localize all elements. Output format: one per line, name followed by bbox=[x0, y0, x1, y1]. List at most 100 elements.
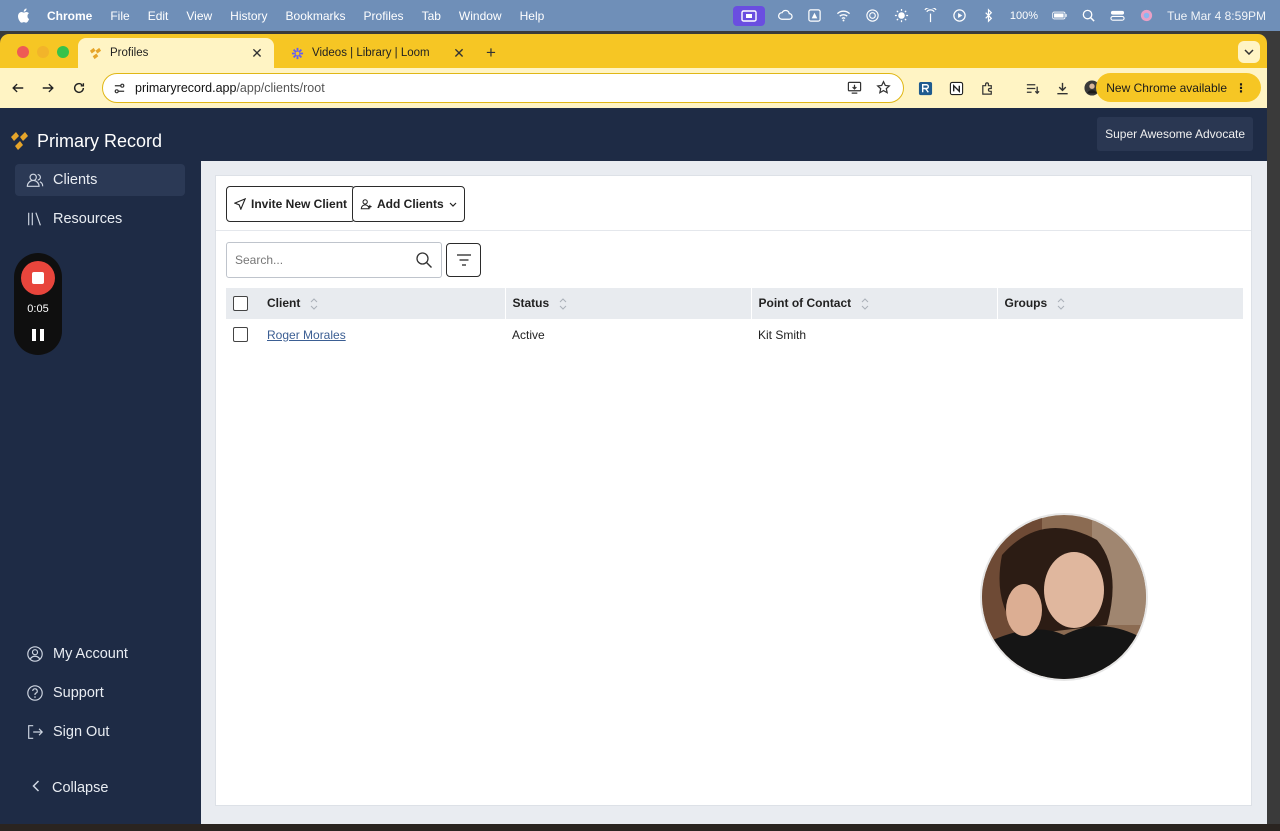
battery-icon[interactable] bbox=[1051, 8, 1067, 24]
help-circle-icon bbox=[25, 683, 45, 703]
brightness-icon[interactable] bbox=[894, 8, 910, 24]
account-circle-icon bbox=[25, 644, 45, 664]
download-icon[interactable] bbox=[1054, 80, 1070, 96]
row-select-cell bbox=[226, 319, 260, 350]
reading-list-icon[interactable] bbox=[1024, 80, 1040, 96]
client-name-link[interactable]: Roger Morales bbox=[267, 328, 346, 342]
add-clients-button[interactable]: Add Clients bbox=[352, 186, 465, 222]
menu-tab[interactable]: Tab bbox=[422, 9, 441, 23]
tab-profiles[interactable]: Profiles ✕ bbox=[78, 38, 274, 68]
column-label: Client bbox=[267, 296, 301, 311]
brand-logo[interactable]: Primary Record bbox=[10, 130, 162, 152]
invite-label: Invite New Client bbox=[251, 197, 348, 211]
siri-icon[interactable] bbox=[1138, 8, 1154, 24]
loom-camera-bubble[interactable] bbox=[980, 513, 1148, 681]
tab-close-icon[interactable]: ✕ bbox=[452, 46, 466, 60]
tab-close-icon[interactable]: ✕ bbox=[250, 46, 264, 60]
sidebar-item-label: My Account bbox=[53, 646, 128, 662]
site-settings-icon[interactable] bbox=[113, 81, 127, 95]
forward-arrow-icon[interactable] bbox=[39, 79, 57, 97]
extension-r-icon[interactable] bbox=[917, 80, 933, 96]
menu-history[interactable]: History bbox=[230, 9, 267, 23]
minimize-window-button[interactable] bbox=[37, 46, 49, 58]
sort-icon[interactable] bbox=[861, 297, 869, 311]
search-icon[interactable] bbox=[415, 251, 433, 269]
bookmark-star-icon[interactable] bbox=[876, 80, 891, 98]
pause-icon[interactable] bbox=[32, 329, 44, 341]
user-menu-button[interactable]: Super Awesome Advocate bbox=[1097, 117, 1253, 151]
install-app-icon[interactable] bbox=[847, 80, 862, 98]
client-cell: Roger Morales bbox=[260, 319, 505, 350]
address-bar[interactable]: primaryrecord.app/app/clients/root bbox=[102, 73, 904, 103]
wifi-icon[interactable] bbox=[836, 8, 852, 24]
sidebar-item-resources[interactable]: Resources bbox=[15, 203, 185, 235]
table-header-row: Client Status Point of Contact Groups bbox=[226, 288, 1243, 319]
sidebar-item-my-account[interactable]: My Account bbox=[15, 638, 185, 670]
column-label: Groups bbox=[1004, 296, 1048, 311]
menu-view[interactable]: View bbox=[186, 9, 212, 23]
sign-out-icon bbox=[25, 722, 45, 742]
column-client[interactable]: Client bbox=[260, 288, 505, 319]
extensions-puzzle-icon[interactable] bbox=[979, 80, 995, 96]
control-center-icon[interactable] bbox=[1109, 8, 1125, 24]
menu-bar-clock[interactable]: Tue Mar 4 8:59PM bbox=[1167, 9, 1266, 23]
search-placeholder: Search... bbox=[235, 253, 284, 267]
back-arrow-icon[interactable] bbox=[9, 79, 27, 97]
cloud-icon[interactable] bbox=[778, 8, 794, 24]
loom-recorder-controls: 0:05 bbox=[14, 253, 62, 355]
collapse-sidebar-button[interactable]: Collapse bbox=[32, 780, 108, 796]
spotlight-search-icon[interactable] bbox=[1080, 8, 1096, 24]
menu-help[interactable]: Help bbox=[520, 9, 545, 23]
more-options-icon[interactable]: ⋮ bbox=[1235, 81, 1247, 95]
menu-bar-tray: 100% Tue Mar 4 8:59PM bbox=[732, 0, 1266, 31]
apple-icon[interactable] bbox=[17, 8, 31, 23]
sort-icon[interactable] bbox=[1057, 297, 1065, 311]
airdrop-icon[interactable] bbox=[865, 8, 881, 24]
menu-app-name[interactable]: Chrome bbox=[47, 9, 92, 23]
tab-loom[interactable]: Videos | Library | Loom ✕ bbox=[280, 38, 476, 68]
new-chrome-available-button[interactable]: New Chrome available ⋮ bbox=[1096, 73, 1261, 102]
menu-window[interactable]: Window bbox=[459, 9, 502, 23]
menu-file[interactable]: File bbox=[110, 9, 129, 23]
play-circle-icon[interactable] bbox=[952, 8, 968, 24]
notion-icon[interactable] bbox=[948, 80, 964, 96]
sort-icon[interactable] bbox=[559, 297, 567, 311]
filter-icon bbox=[456, 254, 471, 266]
close-window-button[interactable] bbox=[17, 46, 29, 58]
sidebar-item-sign-out[interactable]: Sign Out bbox=[15, 716, 185, 748]
browser-toolbar: primaryrecord.app/app/clients/root New C… bbox=[0, 68, 1267, 108]
new-tab-icon[interactable]: + bbox=[486, 43, 496, 63]
url-host: primaryrecord.app bbox=[135, 81, 237, 95]
column-status[interactable]: Status bbox=[504, 288, 751, 319]
column-point-of-contact[interactable]: Point of Contact bbox=[750, 288, 997, 319]
drive-icon[interactable] bbox=[807, 8, 823, 24]
invite-new-client-button[interactable]: Invite New Client bbox=[226, 186, 356, 222]
tab-search-chevron-icon[interactable] bbox=[1238, 41, 1260, 63]
search-input[interactable]: Search... bbox=[226, 242, 442, 278]
filter-button[interactable] bbox=[446, 243, 481, 277]
loom-recording-icon[interactable] bbox=[732, 5, 765, 26]
sort-icon[interactable] bbox=[310, 297, 318, 311]
webcam-video-feed bbox=[982, 515, 1146, 679]
menu-edit[interactable]: Edit bbox=[148, 9, 169, 23]
sidebar-item-label: Support bbox=[53, 685, 104, 701]
row-checkbox[interactable] bbox=[233, 327, 248, 342]
bluetooth-icon[interactable] bbox=[981, 8, 997, 24]
sidebar-item-clients[interactable]: Clients bbox=[15, 164, 185, 196]
column-groups[interactable]: Groups bbox=[996, 288, 1243, 319]
menu-profiles[interactable]: Profiles bbox=[364, 9, 404, 23]
select-all-checkbox[interactable] bbox=[233, 296, 248, 311]
zoom-window-button[interactable] bbox=[57, 46, 69, 58]
status-cell: Active bbox=[512, 327, 545, 342]
reload-icon[interactable] bbox=[70, 79, 88, 97]
chevron-down-icon bbox=[449, 202, 457, 207]
stop-icon bbox=[32, 272, 44, 284]
menu-bookmarks[interactable]: Bookmarks bbox=[286, 9, 346, 23]
antenna-icon[interactable] bbox=[923, 8, 939, 24]
column-label: Status bbox=[512, 296, 550, 311]
contact-cell: Kit Smith bbox=[758, 327, 807, 342]
sidebar-item-label: Resources bbox=[53, 211, 123, 227]
table-row: Roger Morales Active Kit Smith bbox=[226, 319, 1243, 350]
stop-recording-button[interactable] bbox=[21, 261, 55, 295]
sidebar-item-support[interactable]: Support bbox=[15, 677, 185, 709]
